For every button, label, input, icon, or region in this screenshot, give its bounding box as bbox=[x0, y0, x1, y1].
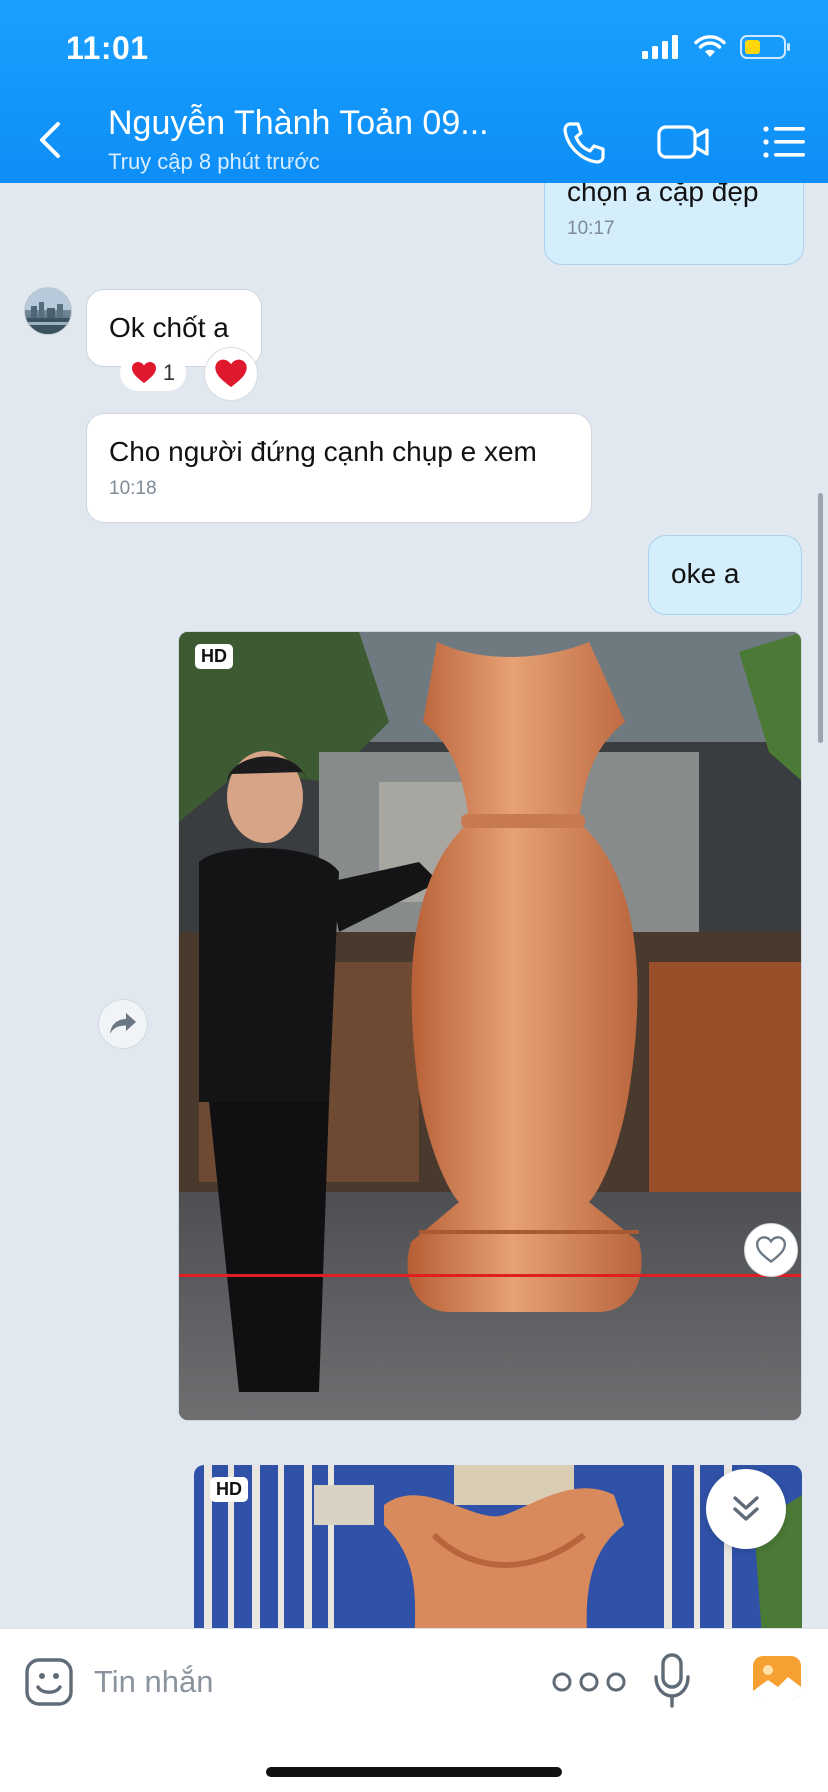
share-arrow-icon bbox=[110, 1013, 136, 1034]
reaction-count: 1 bbox=[162, 360, 176, 385]
message-time: 10:18 bbox=[109, 478, 157, 499]
hd-badge: HD bbox=[195, 644, 233, 669]
like-button[interactable] bbox=[744, 1223, 798, 1277]
sticker-face-icon bbox=[25, 1658, 73, 1706]
message-text: Cho người đứng cạnh chụp e xem bbox=[109, 436, 537, 467]
heart-icon bbox=[131, 362, 156, 383]
signal-icon bbox=[642, 35, 678, 59]
double-chevron-down-icon bbox=[733, 1496, 759, 1521]
home-indicator bbox=[266, 1767, 562, 1777]
avatar-photo bbox=[25, 288, 71, 334]
message-text: Ok chốt a bbox=[109, 312, 229, 343]
message-time: 10:17 bbox=[567, 218, 615, 239]
contact-title[interactable]: Nguyễn Thành Toản 09... Truy cập 8 phút … bbox=[108, 104, 538, 175]
avatar[interactable] bbox=[24, 287, 72, 335]
voice-button[interactable] bbox=[652, 1651, 692, 1711]
menu-button[interactable] bbox=[756, 114, 812, 170]
message-list[interactable]: chọn a cặp đẹp 10:17 Ok chốt a 1 Cho ngư… bbox=[0, 183, 828, 1628]
contact-name: Nguyễn Thành Toản 09... bbox=[108, 104, 489, 142]
video-message[interactable]: HD bbox=[178, 631, 802, 1421]
battery-icon bbox=[740, 35, 790, 59]
microphone-icon bbox=[654, 1653, 690, 1708]
share-button[interactable] bbox=[98, 999, 148, 1049]
image-gallery-icon bbox=[753, 1656, 801, 1700]
message-input[interactable] bbox=[94, 1657, 514, 1707]
video-camera-icon bbox=[657, 125, 709, 159]
message-text: oke a bbox=[671, 558, 740, 589]
phone-icon bbox=[563, 122, 605, 164]
chevron-left-icon bbox=[40, 122, 60, 158]
scrollbar[interactable] bbox=[818, 493, 823, 743]
message-composer bbox=[0, 1628, 828, 1792]
list-icon bbox=[763, 126, 805, 158]
back-button[interactable] bbox=[30, 118, 70, 162]
status-time: 11:01 bbox=[66, 30, 149, 66]
wifi-icon bbox=[694, 35, 726, 57]
hd-badge: HD bbox=[210, 1477, 248, 1502]
sticker-button[interactable] bbox=[24, 1657, 74, 1707]
more-button[interactable] bbox=[546, 1665, 632, 1699]
image-button[interactable] bbox=[752, 1655, 802, 1701]
message-outgoing[interactable]: oke a bbox=[648, 535, 802, 615]
more-dots-icon bbox=[552, 1672, 626, 1692]
message-incoming[interactable]: Cho người đứng cạnh chụp e xem 10:18 bbox=[86, 413, 592, 523]
video-call-button[interactable] bbox=[654, 114, 714, 170]
heart-outline-icon bbox=[756, 1236, 786, 1263]
chat-header: 11:01 Nguyễn Thành Toản 09... Truy cập 8… bbox=[0, 0, 828, 183]
message-outgoing[interactable]: chọn a cặp đẹp 10:17 bbox=[544, 183, 804, 265]
status-icons bbox=[642, 34, 792, 60]
heart-icon bbox=[215, 359, 247, 388]
message-text: chọn a cặp đẹp bbox=[567, 183, 759, 207]
call-button[interactable] bbox=[556, 114, 612, 170]
scroll-to-bottom-button[interactable] bbox=[706, 1469, 786, 1549]
reaction-summary[interactable]: 1 bbox=[120, 355, 186, 391]
react-button[interactable] bbox=[204, 347, 258, 401]
last-seen: Truy cập 8 phút trước bbox=[108, 149, 320, 174]
video-thumbnail bbox=[179, 632, 801, 1420]
